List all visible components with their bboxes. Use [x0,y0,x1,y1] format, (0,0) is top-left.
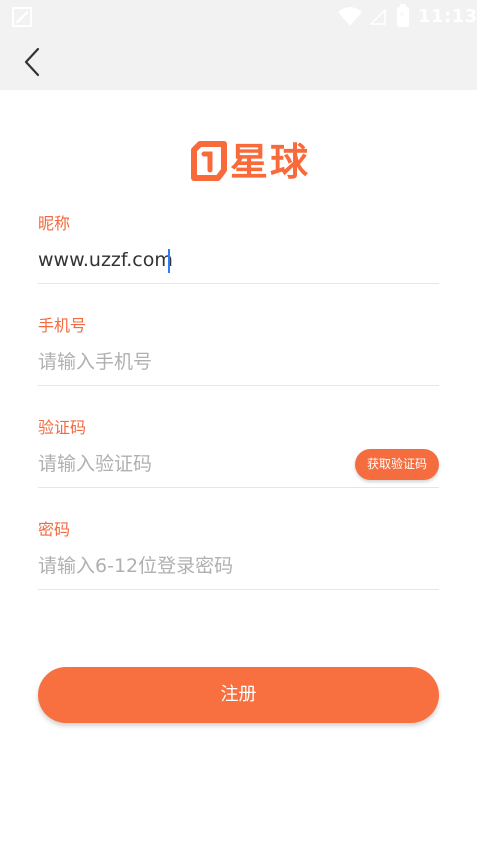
phone-field: 手机号 [38,315,439,386]
nickname-label: 昵称 [38,214,71,233]
code-divider [38,487,439,488]
status-time: 11:13 [418,6,477,27]
code-input[interactable] [38,447,338,481]
password-input[interactable] [38,549,439,583]
status-bar: 11:13 [0,0,477,34]
logo-mark-icon [191,141,227,181]
signal-icon [369,8,386,25]
password-field: 密码 [38,519,439,590]
text-caret [168,249,170,273]
battery-icon [397,4,409,27]
phone-label: 手机号 [38,316,87,335]
password-divider [38,589,439,590]
logo-text: 星球 [230,140,311,184]
nickname-input[interactable] [38,243,439,277]
app-logo: 星球 [188,136,328,188]
notification-icon [12,7,32,27]
chevron-left-icon[interactable] [18,46,48,78]
register-button[interactable]: 注册 [38,667,439,723]
code-label: 验证码 [38,418,87,437]
wifi-icon [338,7,362,26]
phone-input[interactable] [38,345,439,379]
get-code-button[interactable]: 获取验证码 [355,449,439,480]
code-field: 验证码 获取验证码 [38,417,439,488]
toolbar [0,34,477,90]
nickname-divider [38,283,439,284]
nickname-field: 昵称 [38,213,439,284]
password-label: 密码 [38,520,71,539]
phone-divider [38,385,439,386]
